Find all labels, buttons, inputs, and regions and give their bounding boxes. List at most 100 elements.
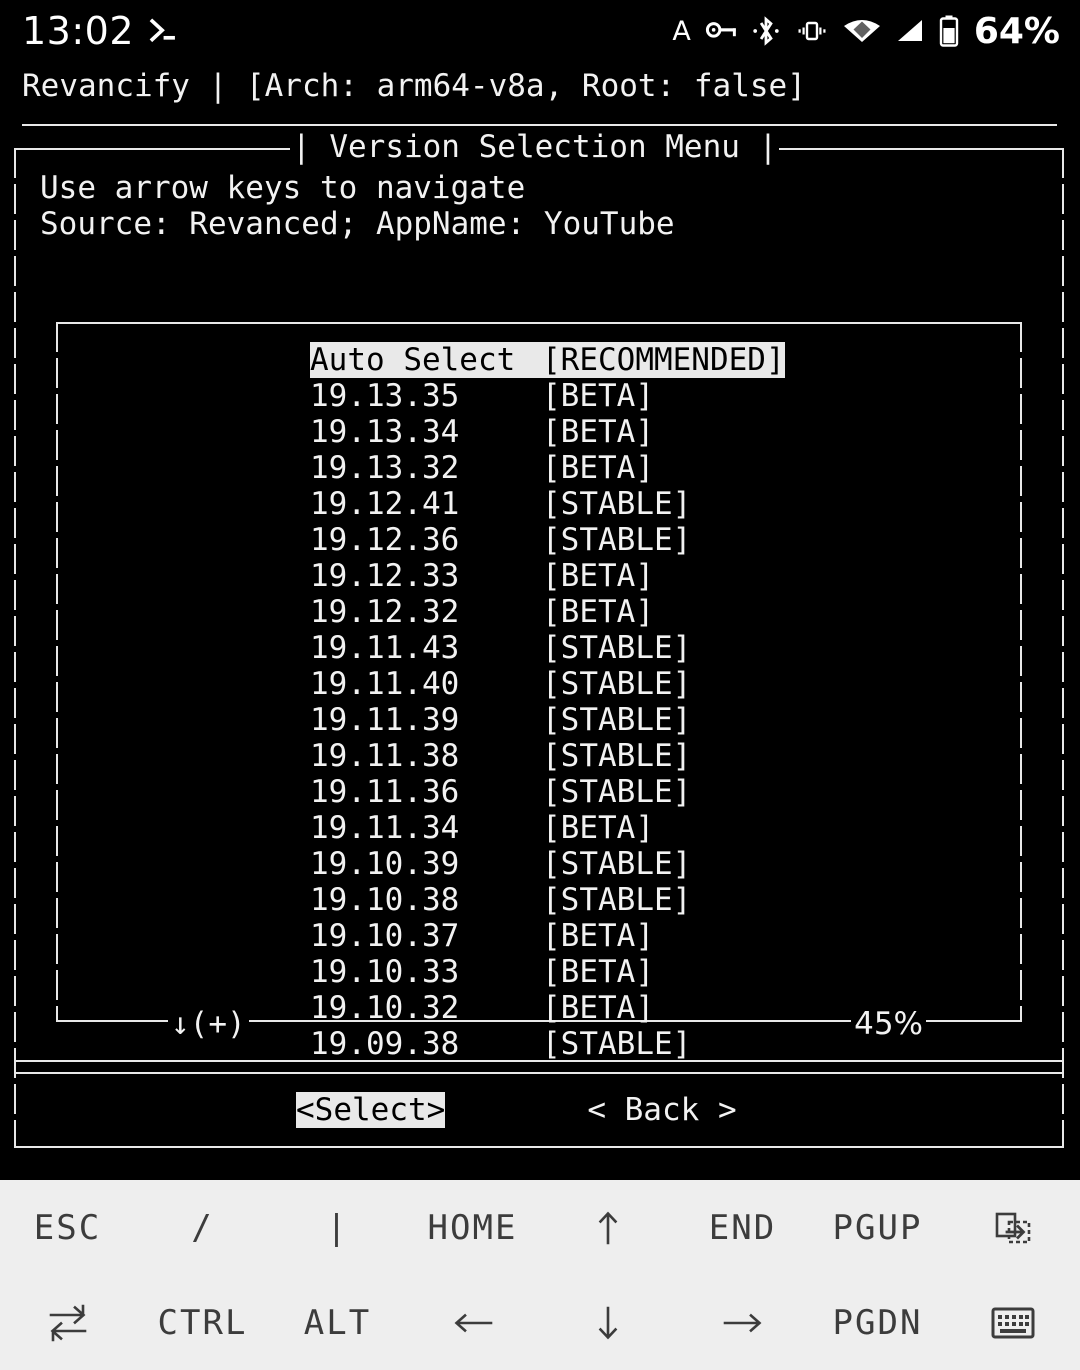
version-list-row[interactable]: 19.12.36 [STABLE] bbox=[56, 522, 1022, 558]
version-tag-badge: [STABLE] bbox=[542, 666, 692, 702]
version-list-row[interactable]: 19.13.34 [BETA] bbox=[56, 414, 1022, 450]
arrow-left-icon bbox=[453, 1310, 493, 1336]
version-selection-dialog: | Version Selection Menu | Use arrow key… bbox=[14, 129, 1064, 1148]
terminal-view[interactable]: Revancify | [Arch: arm64-v8a, Root: fals… bbox=[0, 62, 1080, 1180]
back-button[interactable]: < Back > bbox=[587, 1092, 736, 1128]
key-alt-label: ALT bbox=[303, 1302, 372, 1343]
version-list-row[interactable]: 19.11.40 [STABLE] bbox=[56, 666, 1022, 702]
version-tag-badge: [BETA] bbox=[542, 594, 654, 630]
vpn-key-icon bbox=[704, 16, 738, 46]
key-tab[interactable] bbox=[0, 1275, 135, 1370]
version-list-row[interactable]: 19.09.38 [STABLE] bbox=[56, 1026, 1022, 1062]
version-label: 19.11.38 bbox=[310, 738, 460, 774]
vibrate-icon bbox=[794, 16, 830, 46]
key-arrow-right[interactable] bbox=[675, 1275, 810, 1370]
version-tag-badge: [STABLE] bbox=[542, 1026, 692, 1062]
keyboard-icon bbox=[991, 1305, 1035, 1341]
version-list-row[interactable]: Auto Select [RECOMMENDED] bbox=[56, 342, 1022, 378]
version-list-row[interactable]: 19.10.38 [STABLE] bbox=[56, 882, 1022, 918]
key-pipe[interactable]: | bbox=[270, 1180, 405, 1275]
version-tag-badge: [BETA] bbox=[542, 954, 654, 990]
select-button[interactable]: <Select> bbox=[296, 1092, 446, 1128]
key-pgup[interactable]: PGUP bbox=[810, 1180, 945, 1275]
key-ctrl[interactable]: CTRL bbox=[135, 1275, 270, 1370]
key-arrow-up[interactable] bbox=[540, 1180, 675, 1275]
character-a-icon: A bbox=[672, 15, 691, 47]
tab-icon bbox=[45, 1302, 91, 1344]
key-esc[interactable]: ESC bbox=[0, 1180, 135, 1275]
version-list-row[interactable]: 19.13.32 [BETA] bbox=[56, 450, 1022, 486]
dialog-button-bar: <Select> < Back > bbox=[14, 1072, 1064, 1148]
version-list-row[interactable]: 19.11.39 [STABLE] bbox=[56, 702, 1022, 738]
key-home[interactable]: HOME bbox=[405, 1180, 540, 1275]
header-divider bbox=[22, 124, 1057, 126]
version-tag-badge: [BETA] bbox=[542, 414, 654, 450]
key-pipe-label: | bbox=[326, 1207, 349, 1248]
version-list-row[interactable]: 19.10.37 [BETA] bbox=[56, 918, 1022, 954]
key-arrow-down[interactable] bbox=[540, 1275, 675, 1370]
status-bar-clock: 13:02 bbox=[22, 9, 135, 53]
dialog-title: | Version Selection Menu | bbox=[290, 129, 780, 165]
status-bar-left: 13:02 bbox=[0, 9, 182, 53]
version-tag-badge: [BETA] bbox=[542, 810, 654, 846]
key-arrow-left[interactable] bbox=[405, 1275, 540, 1370]
version-list-row[interactable]: 19.11.43 [STABLE] bbox=[56, 630, 1022, 666]
key-home-label: HOME bbox=[427, 1207, 518, 1248]
version-label: 19.10.33 bbox=[310, 954, 460, 990]
key-paste[interactable] bbox=[945, 1180, 1080, 1275]
version-tag-badge: [STABLE] bbox=[542, 522, 692, 558]
button-area-divider bbox=[14, 1060, 1064, 1062]
version-list-row[interactable]: 19.12.32 [BETA] bbox=[56, 594, 1022, 630]
extra-keys-row-2: CTRL ALT PGDN bbox=[0, 1275, 1080, 1370]
version-list[interactable]: Auto Select [RECOMMENDED] 19.13.35 [BETA] 19… bbox=[56, 342, 1022, 1062]
paste-icon bbox=[993, 1208, 1033, 1248]
version-list-row[interactable]: 19.11.38 [STABLE] bbox=[56, 738, 1022, 774]
version-label: 19.09.38 bbox=[310, 1026, 460, 1062]
status-bar-right: A 64% bbox=[672, 11, 1080, 52]
version-tag-badge: [STABLE] bbox=[542, 846, 692, 882]
version-list-row[interactable]: 19.10.32 [BETA] bbox=[56, 990, 1022, 1026]
version-label: 19.12.41 bbox=[310, 486, 460, 522]
version-list-row[interactable]: 19.13.35 [BETA] bbox=[56, 378, 1022, 414]
app-title-line: Revancify | [Arch: arm64-v8a, Root: fals… bbox=[22, 68, 806, 104]
extra-keys-toolbar: ESC / | HOME END PGUP CTRL ALT PGDN bbox=[0, 1180, 1080, 1370]
version-list-row[interactable]: 19.12.41 [STABLE] bbox=[56, 486, 1022, 522]
version-tag-badge: [BETA] bbox=[542, 558, 654, 594]
version-list-row[interactable]: 19.10.33 [BETA] bbox=[56, 954, 1022, 990]
key-esc-label: ESC bbox=[33, 1207, 102, 1248]
phone-screen: 13:02 A 64% Revancify | [Arch: arm64-v8a… bbox=[0, 0, 1080, 1370]
wifi-icon bbox=[843, 16, 881, 46]
version-label: 19.11.36 bbox=[310, 774, 460, 810]
version-list-row[interactable]: 19.11.34 [BETA] bbox=[56, 810, 1022, 846]
version-list-row[interactable]: 19.10.39 [STABLE] bbox=[56, 846, 1022, 882]
version-tag-badge: [STABLE] bbox=[542, 630, 692, 666]
version-label: 19.10.32 bbox=[310, 990, 460, 1026]
dialog-hint-line: Use arrow keys to navigate bbox=[40, 170, 526, 206]
arrow-right-icon bbox=[723, 1310, 763, 1336]
version-label: 19.11.40 bbox=[310, 666, 460, 702]
version-label: 19.13.34 bbox=[310, 414, 460, 450]
version-tag-badge: [STABLE] bbox=[542, 774, 692, 810]
key-alt[interactable]: ALT bbox=[270, 1275, 405, 1370]
version-label: 19.10.39 bbox=[310, 846, 460, 882]
arrow-up-icon bbox=[595, 1211, 621, 1245]
list-border-top bbox=[56, 322, 1022, 324]
key-keyboard-toggle[interactable] bbox=[945, 1275, 1080, 1370]
key-slash[interactable]: / bbox=[135, 1180, 270, 1275]
cellular-signal-icon bbox=[894, 17, 926, 45]
key-pgdn[interactable]: PGDN bbox=[810, 1275, 945, 1370]
version-tag-badge: [STABLE] bbox=[542, 486, 692, 522]
version-label: 19.12.32 bbox=[310, 594, 460, 630]
key-end[interactable]: END bbox=[675, 1180, 810, 1275]
version-label: 19.11.34 bbox=[310, 810, 460, 846]
version-label: 19.12.36 bbox=[310, 522, 460, 558]
version-label: Auto Select bbox=[310, 342, 542, 378]
bluetooth-icon bbox=[751, 15, 781, 47]
key-ctrl-label: CTRL bbox=[157, 1302, 248, 1343]
extra-keys-row-1: ESC / | HOME END PGUP bbox=[0, 1180, 1080, 1275]
version-list-row[interactable]: 19.11.36 [STABLE] bbox=[56, 774, 1022, 810]
dialog-context-line: Source: Revanced; AppName: YouTube bbox=[40, 206, 675, 242]
version-tag-badge: [STABLE] bbox=[542, 882, 692, 918]
version-list-row[interactable]: 19.12.33 [BETA] bbox=[56, 558, 1022, 594]
battery-icon bbox=[939, 15, 959, 47]
